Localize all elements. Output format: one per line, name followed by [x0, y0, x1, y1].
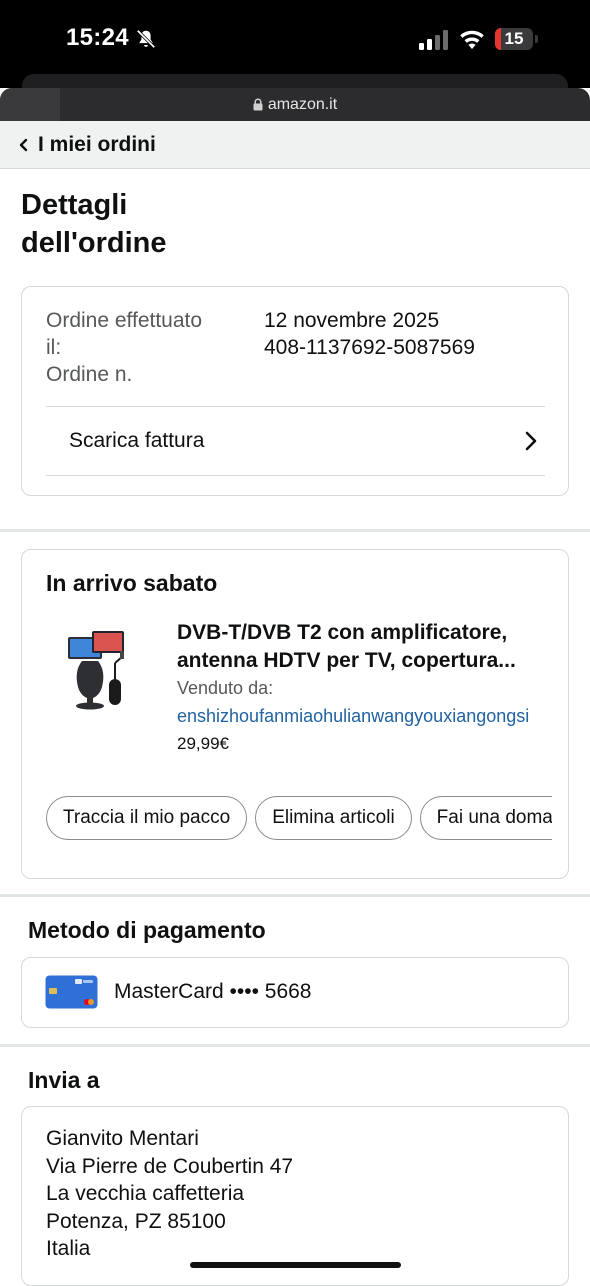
back-label: I miei ordini	[38, 132, 156, 156]
download-invoice-label: Scarica fattura	[69, 429, 205, 452]
battery-icon: 15	[495, 28, 533, 50]
section-separator	[0, 1044, 590, 1047]
bell-off-icon	[136, 29, 156, 49]
cellular-signal-icon	[419, 30, 448, 50]
url-text: amazon.it	[267, 95, 338, 113]
page-title-line: dell'ordine	[21, 227, 167, 259]
order-placed-date: 12 novembre 2025	[264, 309, 440, 332]
battery-cap	[535, 35, 538, 43]
ship-to-heading: Invia a	[28, 1067, 100, 1093]
remove-items-button[interactable]: Elimina articoli	[255, 796, 412, 840]
section-separator	[0, 529, 590, 532]
wifi-icon	[460, 30, 484, 49]
product-title[interactable]: DVB-T/DVB T2 con amplificatore, antenna …	[177, 619, 547, 675]
payment-card-text: MasterCard •••• 5668	[114, 980, 312, 1003]
product-image[interactable]	[62, 623, 154, 713]
sold-by-label: Venduto da:	[177, 678, 274, 698]
product-title-line: antenna HDTV per TV, copertura...	[177, 649, 516, 672]
lock-icon	[253, 98, 263, 111]
status-bar: 15:24 15	[0, 0, 590, 94]
browser-url-bar[interactable]: amazon.it	[0, 88, 590, 121]
back-to-orders[interactable]: I miei ordini	[0, 121, 590, 169]
credit-card-icon	[45, 975, 98, 1009]
delivery-status-heading: In arrivo sabato	[46, 570, 218, 596]
shipping-address: Gianvito Mentari Via Pierre de Coubertin…	[46, 1125, 293, 1263]
chevron-left-icon	[19, 138, 28, 151]
page-title: Dettagli dell'ordine	[21, 186, 321, 262]
address-line: Via Pierre de Coubertin 47	[46, 1154, 294, 1178]
order-info-card: Ordine effettuato il: Ordine n. 12 novem…	[21, 286, 569, 496]
shipment-card: In arrivo sabato DVB-T/DVB T2 con amplif…	[21, 549, 569, 879]
address-line: La vecchia caffetteria	[46, 1182, 245, 1205]
product-title-line: DVB-T/DVB T2 con amplificatore,	[177, 621, 508, 644]
order-placed-label: il:	[46, 336, 62, 359]
chevron-right-icon	[525, 431, 537, 451]
product-price: 29,99€	[177, 734, 229, 753]
payment-card: MasterCard •••• 5668	[21, 957, 569, 1028]
address-line: Italia	[46, 1237, 91, 1260]
payment-method-heading: Metodo di pagamento	[28, 917, 266, 943]
section-separator	[0, 894, 590, 897]
track-package-button[interactable]: Traccia il mio pacco	[46, 796, 248, 840]
download-invoice-row[interactable]: Scarica fattura	[46, 407, 545, 475]
action-buttons-row[interactable]: Traccia il mio pacco Elimina articoli Fai …	[46, 796, 552, 842]
page-title-line: Dettagli	[21, 189, 128, 221]
address-line: Gianvito Mentari	[46, 1127, 199, 1150]
home-indicator[interactable]	[190, 1262, 401, 1268]
url-display[interactable]: amazon.it	[0, 88, 590, 121]
seller-link[interactable]: enshizhoufanmiaohulianwangyouxiangongsi	[177, 706, 569, 727]
order-info-values: 12 novembre 2025 408-1137692-5087569	[264, 307, 554, 361]
order-number-label: Ordine n.	[46, 363, 133, 386]
order-placed-label: Ordine effettuato	[46, 309, 203, 332]
ask-question-button[interactable]: Fai una domanda	[419, 796, 552, 840]
order-info-labels: Ordine effettuato il: Ordine n.	[46, 307, 236, 388]
battery-level: 15	[504, 29, 524, 48]
address-card: Gianvito Mentari Via Pierre de Coubertin…	[21, 1106, 569, 1286]
order-number: 408-1137692-5087569	[264, 336, 475, 359]
status-time: 15:24	[66, 24, 129, 51]
address-line: Potenza, PZ 85100	[46, 1209, 226, 1233]
divider	[46, 475, 545, 476]
